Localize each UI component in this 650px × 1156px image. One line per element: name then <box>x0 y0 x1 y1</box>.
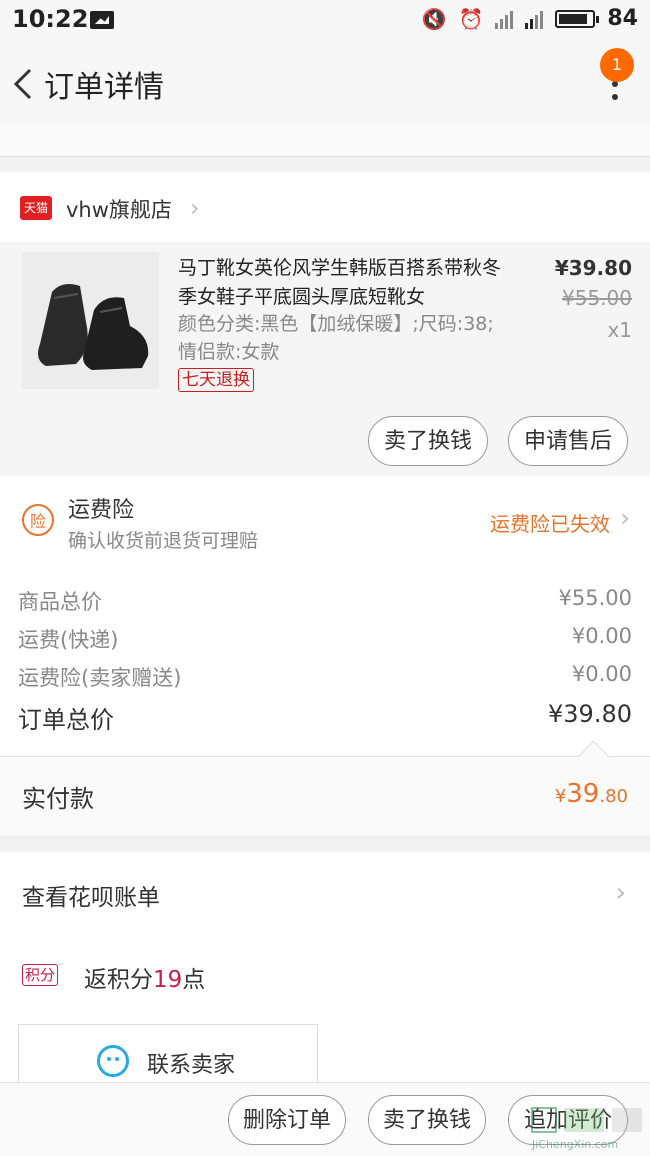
paid-integer: 39 <box>566 779 600 809</box>
summary-row: 运费险(卖家赠送) ¥0.00 <box>18 662 632 692</box>
summary-row: 运费(快递) ¥0.00 <box>18 624 632 654</box>
chevron-right-icon: › <box>620 504 630 532</box>
back-arrow-icon[interactable] <box>10 66 40 102</box>
order-total-row: 订单总价 ¥39.80 <box>18 700 632 735</box>
boots-image <box>22 252 159 389</box>
image-notification-icon <box>90 11 114 29</box>
after-sale-button[interactable]: 申请售后 <box>508 416 628 466</box>
paid-decimal: .80 <box>599 786 628 807</box>
summary-label: 运费(快递) <box>18 628 119 652</box>
status-bar: 10:22 🔇 ⏰ 84 <box>0 0 650 40</box>
chevron-right-icon: › <box>615 878 626 908</box>
alarm-icon: ⏰ <box>458 6 484 31</box>
signal-icon <box>495 9 514 29</box>
return-policy-tag: 七天退换 <box>178 368 254 392</box>
shop-row[interactable]: 天猫 vhw旗舰店 › <box>0 172 650 243</box>
battery-level: 84 <box>607 6 638 31</box>
page-title: 订单详情 <box>44 70 164 105</box>
price-summary: 商品总价 ¥55.00 运费(快递) ¥0.00 运费险(卖家赠送) ¥0.00… <box>0 560 650 757</box>
summary-label: 商品总价 <box>18 590 102 614</box>
points-number: 19 <box>153 967 183 993</box>
delete-order-button[interactable]: 删除订单 <box>228 1095 346 1145</box>
points-text: 返积分19点 <box>84 960 205 994</box>
battery-icon <box>555 9 600 28</box>
shipping-insurance-row[interactable]: 险 运费险 确认收货前退货可理赔 运费险已失效 › <box>0 476 650 561</box>
item-quantity: x1 <box>607 318 632 342</box>
huabei-label: 查看花呗账单 <box>22 885 160 911</box>
insurance-icon: 险 <box>22 504 54 536</box>
notification-badge: 1 <box>600 48 634 82</box>
nav-header: 订单详情 1 <box>0 40 650 126</box>
address-row-clipped: ▔ ▔▔▔▔ ▔ <box>0 126 650 157</box>
product-spec: 颜色分类:黑色【加绒保暖】;尺码:38;情侣款:女款 <box>178 313 494 363</box>
order-item[interactable]: 马丁靴女英伦风学生韩版百搭系带秋冬季女鞋子平底圆头厚底短靴女 颜色分类:黑色【加… <box>0 242 650 476</box>
shop-name[interactable]: vhw旗舰店 <box>66 194 172 224</box>
watermark-text: JiChengXin.com <box>531 1138 618 1151</box>
status-time: 10:22 <box>12 5 89 33</box>
contact-area: 联系卖家 <box>0 1016 650 1096</box>
summary-value: ¥0.00 <box>571 624 632 648</box>
contact-seller-label: 联系卖家 <box>147 1053 236 1078</box>
points-icon: 积分 <box>22 964 59 986</box>
paid-label: 实付款 <box>22 785 94 813</box>
resell-button[interactable]: 卖了换钱 <box>368 1095 486 1145</box>
signal-4g-icon <box>525 9 544 29</box>
product-thumbnail[interactable] <box>22 252 159 389</box>
points-prefix: 返积分 <box>84 967 153 993</box>
points-row: 积分 返积分19点 <box>0 938 650 1017</box>
item-price: ¥39.80 <box>554 256 632 280</box>
mute-icon: 🔇 <box>421 6 447 31</box>
item-original-price: ¥55.00 <box>562 286 632 310</box>
tmall-icon: 天猫 <box>20 196 52 220</box>
insurance-status: 运费险已失效 <box>490 512 610 536</box>
paid-amount: ¥39.80 <box>555 779 628 809</box>
insurance-title: 运费险 <box>68 498 135 523</box>
order-total-value: ¥39.80 <box>548 700 632 728</box>
huabei-bill-row[interactable]: 查看花呗账单 › <box>0 852 650 939</box>
chat-face-icon <box>97 1045 129 1077</box>
summary-value: ¥55.00 <box>558 586 632 610</box>
status-icons: 🔇 ⏰ 84 <box>422 6 638 31</box>
watermark-logo: JiChengXin.com <box>531 1107 642 1151</box>
chevron-right-icon: › <box>190 194 200 222</box>
paid-currency: ¥ <box>554 786 567 807</box>
actual-payment-row: 实付款 ¥39.80 <box>0 757 650 835</box>
insurance-desc: 确认收货前退货可理赔 <box>68 530 259 552</box>
order-total-label: 订单总价 <box>18 706 114 734</box>
product-title[interactable]: 马丁靴女英伦风学生韩版百搭系带秋冬季女鞋子平底圆头厚底短靴女 <box>178 254 508 312</box>
points-suffix: 点 <box>182 967 206 993</box>
summary-row: 商品总价 ¥55.00 <box>18 586 632 616</box>
summary-value: ¥0.00 <box>571 662 632 686</box>
resell-button[interactable]: 卖了换钱 <box>368 416 488 466</box>
summary-label: 运费险(卖家赠送) <box>18 666 182 690</box>
